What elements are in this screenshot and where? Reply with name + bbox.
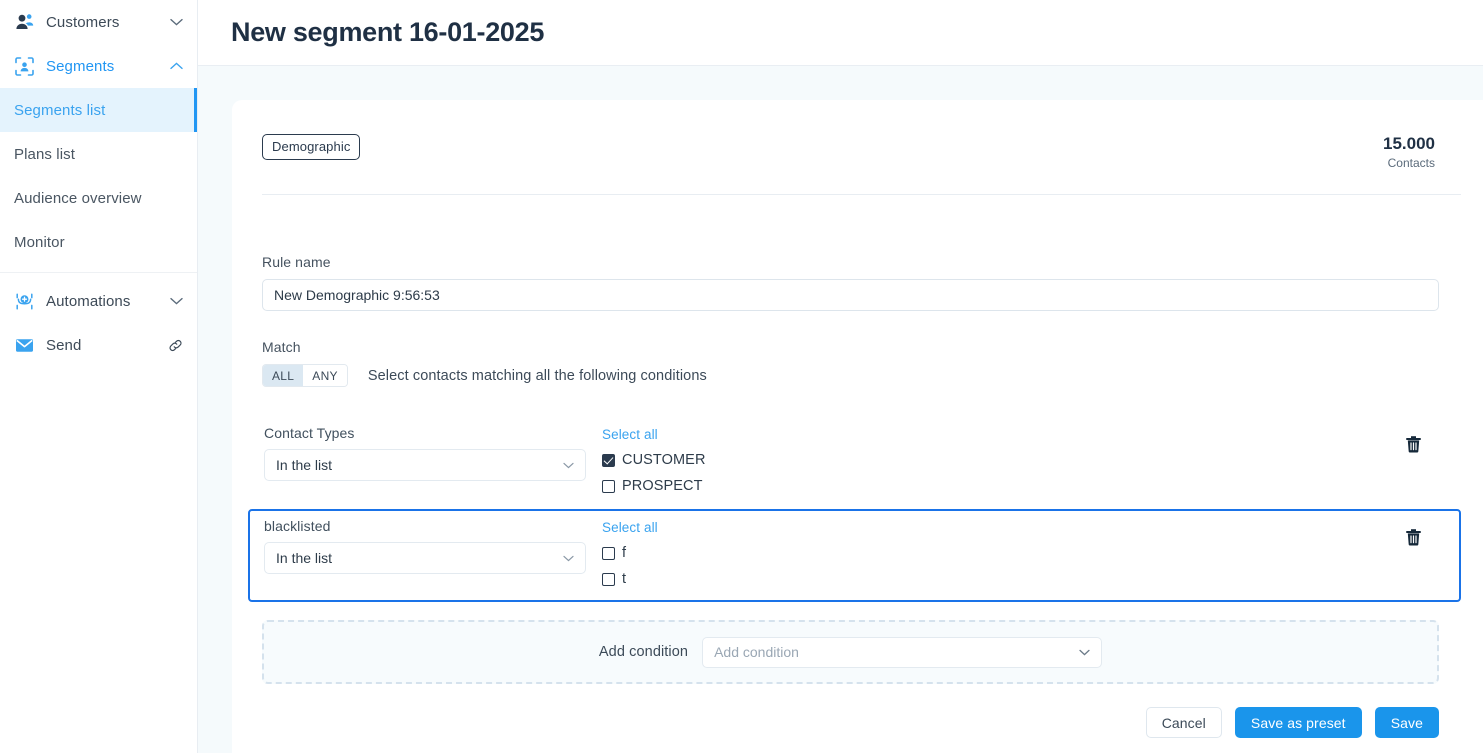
checkbox-icon[interactable] <box>602 572 615 586</box>
checkbox-icon[interactable] <box>602 546 615 560</box>
match-description: Select contacts matching all the followi… <box>367 367 707 384</box>
customers-icon <box>14 12 34 32</box>
condition-operator-value: In the list <box>276 550 333 566</box>
match-mode-toggle: ALL ANY <box>262 364 348 387</box>
condition-row: blacklisted In the list Select all f t <box>248 509 1461 602</box>
chevron-down-icon[interactable] <box>169 294 183 308</box>
sidebar-group-segments: Segments Segments list Plans list Audien… <box>0 44 197 264</box>
rule-name-label: Rule name <box>262 254 331 270</box>
delete-condition-button[interactable] <box>1403 527 1423 547</box>
checkbox-option[interactable]: PROSPECT <box>602 473 1459 499</box>
conditions-list: Contact Types In the list Select all CUS… <box>248 416 1461 602</box>
sidebar-item-monitor[interactable]: Monitor <box>0 220 197 264</box>
sidebar-item-segments[interactable]: Segments <box>0 44 197 88</box>
save-button[interactable]: Save <box>1374 707 1439 738</box>
rule-name-block: Rule name <box>262 254 1461 311</box>
sidebar-item-segments-list[interactable]: Segments list <box>0 88 197 132</box>
condition-values: Select all CUSTOMER PROSPECT <box>586 425 1459 499</box>
chevron-up-icon[interactable] <box>169 59 183 73</box>
sidebar-item-audience-overview[interactable]: Audience overview <box>0 176 197 220</box>
checkbox-icon[interactable] <box>602 479 615 493</box>
sidebar-group-send: Send <box>0 323 197 367</box>
checkbox-label: PROSPECT <box>622 478 703 494</box>
sidebar-item-automations[interactable]: Automations <box>0 279 197 323</box>
condition-operator-select[interactable]: In the list <box>264 542 586 574</box>
page-title: New segment 16-01-2025 <box>231 17 545 47</box>
sidebar-item-label: Send <box>46 336 82 354</box>
condition-row: Contact Types In the list Select all CUS… <box>248 416 1461 509</box>
content-scroll-area: Demographic 15.000 Contacts Rule name Ma… <box>198 66 1483 753</box>
checkbox-label: CUSTOMER <box>622 452 706 468</box>
condition-name: blacklisted <box>264 518 331 534</box>
add-condition-label: Add condition <box>598 644 689 660</box>
app-root: Customers Segments Segments list Plans l… <box>0 0 1483 753</box>
sidebar-group-customers: Customers <box>0 0 197 44</box>
add-condition-select[interactable]: Add condition <box>702 636 1103 668</box>
checkbox-option[interactable]: CUSTOMER <box>602 447 1459 473</box>
condition-operator-value: In the list <box>276 457 333 473</box>
select-all-link[interactable]: Select all <box>602 427 658 442</box>
condition-field: Contact Types In the list <box>264 425 586 481</box>
sidebar-subitem-label: Monitor <box>14 233 65 251</box>
form-actions: Cancel Save as preset Save <box>262 707 1461 738</box>
condition-operator-select[interactable]: In the list <box>264 449 586 481</box>
sidebar-item-label: Customers <box>46 13 120 31</box>
match-block: Match ALL ANY Select contacts matching a… <box>262 339 1461 387</box>
save-as-preset-button[interactable]: Save as preset <box>1234 707 1362 738</box>
sidebar-subitem-label: Plans list <box>14 145 76 163</box>
segment-rule-card: Demographic 15.000 Contacts Rule name Ma… <box>232 100 1483 753</box>
sidebar-subitem-label: Audience overview <box>14 189 142 207</box>
delete-condition-button[interactable] <box>1403 434 1423 454</box>
send-mail-icon <box>14 335 34 355</box>
condition-values: Select all f t <box>586 518 1459 592</box>
match-mode-any[interactable]: ANY <box>303 365 347 386</box>
sidebar-item-customers[interactable]: Customers <box>0 0 197 44</box>
sidebar-item-label: Automations <box>46 292 131 310</box>
checkbox-option[interactable]: f <box>602 540 1459 566</box>
sidebar-item-label: Segments <box>46 57 115 75</box>
chevron-down-icon[interactable] <box>169 15 183 29</box>
status-badge: Demographic <box>262 134 361 160</box>
sidebar: Customers Segments Segments list Plans l… <box>0 0 198 753</box>
rule-name-input[interactable] <box>262 279 1439 311</box>
sidebar-subitem-label: Segments list <box>14 101 106 119</box>
chevron-down-icon <box>562 552 574 564</box>
sidebar-divider <box>0 272 197 273</box>
contacts-summary: 15.000 Contacts <box>1383 134 1461 171</box>
card-top-bar: Demographic 15.000 Contacts <box>262 134 1461 195</box>
contacts-count: 15.000 <box>1383 134 1435 153</box>
main-area: New segment 16-01-2025 Demographic 15.00… <box>198 0 1483 753</box>
checkbox-label: f <box>622 545 627 561</box>
automations-icon <box>14 291 34 311</box>
match-label: Match <box>262 339 301 355</box>
external-link-icon[interactable] <box>167 337 183 353</box>
checkbox-icon[interactable] <box>602 453 615 467</box>
add-condition-area: Add condition Add condition <box>262 620 1439 684</box>
cancel-button[interactable]: Cancel <box>1145 707 1222 738</box>
add-condition-placeholder: Add condition <box>714 644 799 660</box>
checkbox-label: t <box>622 571 627 587</box>
select-all-link[interactable]: Select all <box>602 520 658 535</box>
segments-icon <box>14 56 34 76</box>
chevron-down-icon <box>562 459 574 471</box>
sidebar-item-send[interactable]: Send <box>0 323 197 367</box>
contacts-label: Contacts <box>1387 156 1435 170</box>
checkbox-option[interactable]: t <box>602 566 1459 592</box>
condition-field: blacklisted In the list <box>264 518 586 574</box>
condition-name: Contact Types <box>264 425 355 441</box>
sidebar-group-automations: Automations <box>0 279 197 323</box>
chevron-down-icon <box>1078 646 1090 658</box>
match-row: ALL ANY Select contacts matching all the… <box>262 364 1461 387</box>
page-header: New segment 16-01-2025 <box>198 0 1483 66</box>
match-mode-all[interactable]: ALL <box>263 365 304 386</box>
sidebar-item-plans-list[interactable]: Plans list <box>0 132 197 176</box>
